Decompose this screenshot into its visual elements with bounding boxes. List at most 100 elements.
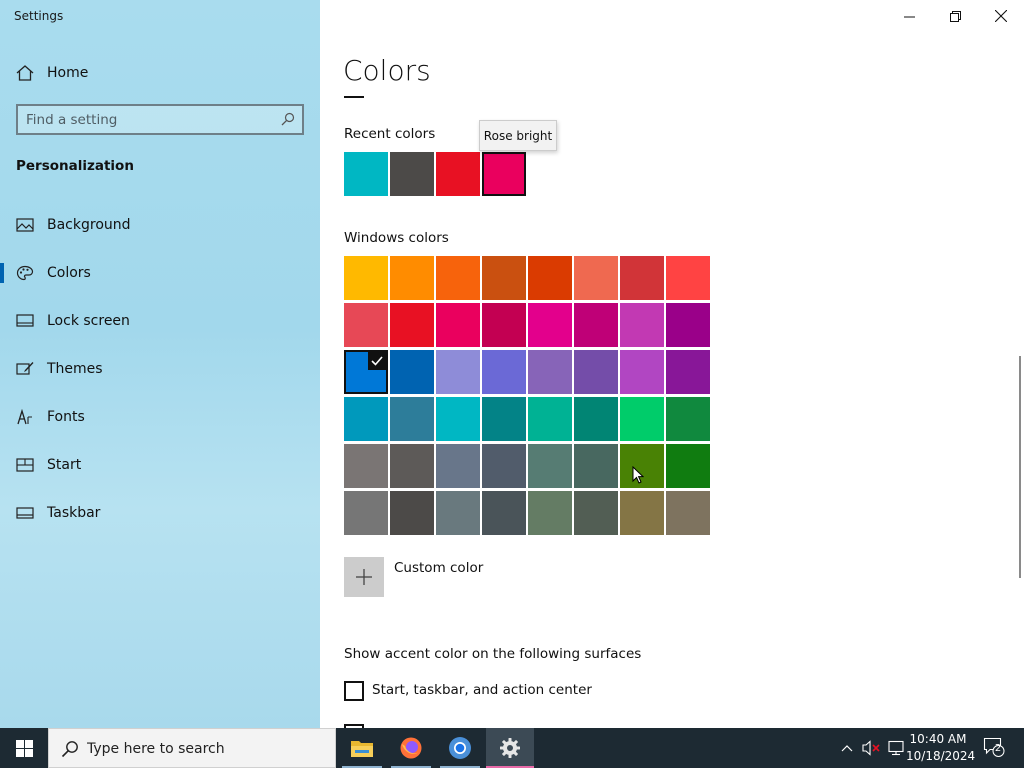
start-button[interactable]: [0, 728, 48, 768]
firefox-icon: [400, 737, 422, 759]
sidebar-item-label: Taskbar: [47, 505, 101, 521]
custom-color-button[interactable]: [344, 557, 384, 597]
taskbar-app-chrome[interactable]: [436, 728, 484, 768]
windows-color-swatch[interactable]: [574, 350, 618, 394]
windows-color-swatch[interactable]: [482, 303, 526, 347]
windows-color-swatch[interactable]: [528, 397, 572, 441]
search-input[interactable]: [26, 110, 276, 130]
windows-color-swatch[interactable]: [390, 491, 434, 535]
windows-color-swatch[interactable]: [390, 397, 434, 441]
windows-color-swatch[interactable]: [482, 491, 526, 535]
search-icon[interactable]: [281, 112, 295, 126]
plus-icon: [356, 569, 372, 585]
sidebar-item-themes[interactable]: Themes: [0, 349, 320, 389]
taskbar-app-settings[interactable]: [486, 728, 534, 768]
windows-color-swatch[interactable]: [574, 397, 618, 441]
sidebar-item-start[interactable]: Start: [0, 445, 320, 485]
recent-color-swatch[interactable]: [344, 152, 388, 196]
palette-icon: [16, 265, 34, 281]
sidebar-item-label: Themes: [47, 361, 103, 377]
taskbar-search-box[interactable]: [48, 728, 336, 768]
windows-color-swatch[interactable]: [666, 397, 710, 441]
windows-color-swatch[interactable]: [344, 350, 388, 394]
windows-color-swatch[interactable]: [620, 256, 664, 300]
recent-color-swatch[interactable]: [436, 152, 480, 196]
sidebar-item-label: Background: [47, 217, 131, 233]
start-taskbar-checkbox[interactable]: [344, 681, 364, 701]
windows-color-swatch[interactable]: [666, 491, 710, 535]
windows-color-swatch[interactable]: [344, 444, 388, 488]
close-button[interactable]: [978, 0, 1024, 32]
windows-color-swatch[interactable]: [620, 397, 664, 441]
home-icon: [16, 65, 34, 81]
sidebar-item-colors[interactable]: Colors: [0, 253, 320, 293]
taskbar-search-input[interactable]: [87, 739, 327, 759]
windows-colors-heading: Windows colors: [344, 230, 449, 246]
windows-color-swatch[interactable]: [482, 444, 526, 488]
image-icon: [16, 218, 34, 232]
windows-color-swatch[interactable]: [436, 397, 480, 441]
scrollbar-thumb[interactable]: [1019, 356, 1021, 578]
sidebar-item-home[interactable]: Home: [0, 53, 320, 93]
windows-color-swatch[interactable]: [574, 444, 618, 488]
windows-color-swatch[interactable]: [620, 491, 664, 535]
windows-color-swatch[interactable]: [344, 491, 388, 535]
windows-color-swatch[interactable]: [390, 303, 434, 347]
app-title: Settings: [14, 9, 64, 23]
windows-color-swatch[interactable]: [528, 491, 572, 535]
windows-color-swatch[interactable]: [436, 256, 480, 300]
windows-color-swatch[interactable]: [436, 444, 480, 488]
windows-color-swatch[interactable]: [482, 350, 526, 394]
taskbar-app-file-explorer[interactable]: [338, 728, 386, 768]
recent-color-swatch[interactable]: [482, 152, 526, 196]
recent-color-swatch[interactable]: [390, 152, 434, 196]
restore-button[interactable]: [932, 0, 978, 32]
windows-color-swatch[interactable]: [528, 256, 572, 300]
sidebar-item-label: Start: [47, 457, 82, 473]
windows-color-swatch[interactable]: [344, 303, 388, 347]
sidebar-item-fonts[interactable]: Fonts: [0, 397, 320, 437]
windows-color-swatch[interactable]: [436, 491, 480, 535]
sidebar-item-background[interactable]: Background: [0, 205, 320, 245]
taskbar-icon: [16, 507, 34, 519]
windows-color-swatch[interactable]: [344, 397, 388, 441]
windows-color-swatch[interactable]: [390, 350, 434, 394]
windows-color-swatch[interactable]: [666, 444, 710, 488]
windows-color-swatch[interactable]: [574, 256, 618, 300]
windows-color-swatch[interactable]: [390, 444, 434, 488]
volume-button[interactable]: [860, 739, 882, 757]
network-button[interactable]: [885, 739, 907, 757]
windows-color-swatch[interactable]: [666, 350, 710, 394]
windows-color-swatch[interactable]: [528, 303, 572, 347]
clock-time: 10:40 AM: [909, 732, 967, 746]
windows-color-swatch[interactable]: [574, 303, 618, 347]
find-setting-search[interactable]: [16, 104, 304, 135]
font-icon: [17, 409, 32, 425]
windows-color-swatch[interactable]: [390, 256, 434, 300]
windows-color-swatch[interactable]: [620, 303, 664, 347]
action-center-button[interactable]: 2: [982, 737, 1006, 757]
gear-icon: [500, 738, 520, 758]
windows-color-swatch[interactable]: [482, 397, 526, 441]
windows-color-swatch[interactable]: [528, 444, 572, 488]
sidebar-item-lock-screen[interactable]: Lock screen: [0, 301, 320, 341]
windows-color-swatch[interactable]: [344, 256, 388, 300]
show-hidden-icons-button[interactable]: [838, 739, 856, 757]
sidebar-item-label: Colors: [47, 265, 91, 281]
title-underline: [344, 96, 364, 98]
windows-color-swatch[interactable]: [574, 491, 618, 535]
sidebar-item-taskbar[interactable]: Taskbar: [0, 493, 320, 533]
taskbar-clock[interactable]: 10:40 AM 10/18/2024: [906, 731, 975, 765]
windows-color-swatch[interactable]: [528, 350, 572, 394]
windows-color-swatch[interactable]: [436, 350, 480, 394]
selected-check-icon: [368, 352, 386, 370]
restore-icon: [949, 10, 961, 22]
windows-color-swatch[interactable]: [436, 303, 480, 347]
windows-color-swatch[interactable]: [482, 256, 526, 300]
minimize-button[interactable]: [886, 0, 932, 32]
windows-color-swatch[interactable]: [666, 303, 710, 347]
windows-color-swatch[interactable]: [620, 350, 664, 394]
windows-color-swatch[interactable]: [666, 256, 710, 300]
start-icon: [16, 458, 34, 472]
taskbar-app-firefox[interactable]: [387, 728, 435, 768]
